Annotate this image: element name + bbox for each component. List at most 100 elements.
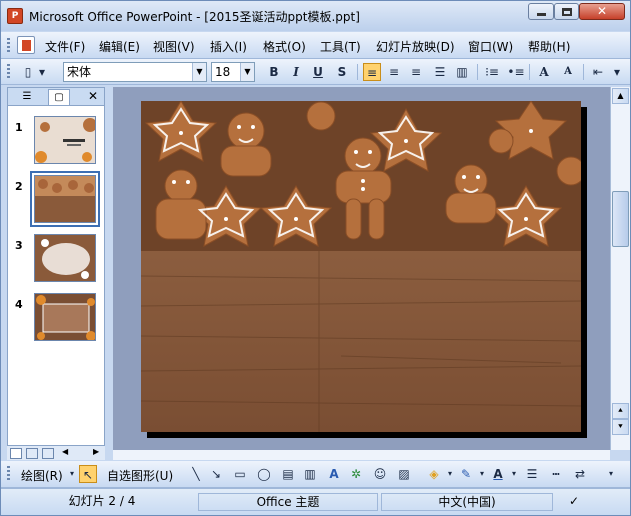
powerpoint-app-icon[interactable]: P bbox=[7, 8, 23, 24]
slide-number: 1 bbox=[15, 121, 23, 134]
autoshapes-menu[interactable]: 自选图形(U) bbox=[107, 467, 173, 484]
slides-pane: ☰ ▢ ✕ 1 2 3 4 bbox=[7, 87, 105, 460]
grow-font-button[interactable]: A bbox=[535, 63, 553, 81]
menu-help[interactable]: 帮助(H) bbox=[528, 38, 570, 55]
chevron-down-icon[interactable]: ▾ bbox=[509, 465, 519, 483]
powerpoint-window: P Microsoft Office PowerPoint - [2015圣诞活… bbox=[0, 0, 631, 516]
separator bbox=[583, 64, 584, 80]
status-bar: 幻灯片 2 / 4 Office 主题 中文(中国) ✓ bbox=[1, 488, 630, 515]
chevron-down-icon[interactable]: ▾ bbox=[445, 465, 455, 483]
font-size-value: 18 bbox=[215, 65, 231, 79]
menu-insert[interactable]: 插入(I) bbox=[210, 38, 247, 55]
font-name-combo[interactable]: 宋体 ▼ bbox=[63, 62, 207, 82]
maximize-icon bbox=[562, 8, 572, 16]
slide-sorter-view-icon[interactable] bbox=[26, 448, 38, 459]
align-left-button[interactable]: ≡ bbox=[363, 63, 381, 81]
slide-canvas[interactable] bbox=[141, 101, 581, 432]
toolbar-more-icon[interactable]: ▾ bbox=[605, 465, 617, 483]
line-color-icon[interactable]: ✎ bbox=[457, 465, 475, 483]
picture-icon[interactable]: ▨ bbox=[395, 465, 413, 483]
slide-thumbnail-4[interactable] bbox=[34, 293, 96, 341]
menu-window[interactable]: 窗口(W) bbox=[468, 38, 513, 55]
menu-slideshow[interactable]: 幻灯片放映(D) bbox=[376, 38, 455, 55]
rectangle-icon[interactable]: ▭ bbox=[231, 465, 249, 483]
separator bbox=[477, 64, 478, 80]
distribute-lines-icon[interactable]: ☰ bbox=[431, 63, 449, 81]
spelling-status-icon[interactable]: ✓ bbox=[557, 493, 591, 511]
close-button[interactable]: ✕ bbox=[579, 3, 625, 20]
menubar-grip[interactable] bbox=[7, 38, 10, 54]
select-pointer-button[interactable]: ↖ bbox=[79, 465, 97, 483]
minimize-button[interactable] bbox=[528, 3, 554, 20]
menu-view[interactable]: 视图(V) bbox=[153, 38, 195, 55]
slide-number: 3 bbox=[15, 239, 23, 252]
wordart-icon[interactable]: A bbox=[325, 465, 343, 483]
previous-slide-icon[interactable]: ⯅ bbox=[612, 403, 629, 419]
textbox-icon[interactable]: ▤ bbox=[279, 465, 297, 483]
document-icon[interactable] bbox=[17, 36, 35, 54]
menu-format[interactable]: 格式(O) bbox=[263, 38, 306, 55]
slide-number: 4 bbox=[15, 298, 23, 311]
slide-thumbnail-3[interactable] bbox=[34, 234, 96, 282]
slides-tab-icon[interactable]: ▢ bbox=[48, 89, 70, 105]
line-icon[interactable]: ╲ bbox=[187, 465, 205, 483]
italic-button[interactable]: I bbox=[287, 63, 305, 81]
new-document-icon[interactable]: ▯ bbox=[19, 63, 37, 81]
vertical-textbox-icon[interactable]: ▥ bbox=[301, 465, 319, 483]
font-color-icon[interactable]: A bbox=[489, 465, 507, 483]
chevron-down-icon[interactable]: ▾ bbox=[67, 465, 77, 483]
title-bar[interactable]: P Microsoft Office PowerPoint - [2015圣诞活… bbox=[1, 1, 630, 31]
formatting-toolbar: ▯ ▾ 宋体 ▼ 18 ▼ B I U S ≡ ≡ ≡ ☰ ▥ ⁝≡ •≡ A … bbox=[1, 59, 630, 85]
draw-menu[interactable]: 绘图(R) bbox=[21, 467, 63, 484]
menu-edit[interactable]: 编辑(E) bbox=[99, 38, 140, 55]
line-style-icon[interactable]: ☰ bbox=[523, 465, 541, 483]
indent-icon[interactable]: ⇤ bbox=[589, 63, 607, 81]
toolbar-grip[interactable] bbox=[7, 64, 10, 80]
scroll-up-icon[interactable]: ▲ bbox=[612, 88, 629, 104]
slide-thumbnail-1[interactable] bbox=[34, 116, 96, 164]
diagram-icon[interactable]: ✲ bbox=[347, 465, 365, 483]
chevron-down-icon[interactable]: ▼ bbox=[192, 63, 206, 81]
bold-button[interactable]: B bbox=[265, 63, 283, 81]
thumbnail-image bbox=[35, 294, 95, 340]
view-buttons: ◀ ▶ bbox=[7, 445, 105, 460]
dash-style-icon[interactable]: ┅ bbox=[547, 465, 565, 483]
vertical-scrollbar[interactable]: ▲ ⯅ ⯆ bbox=[610, 87, 630, 450]
slide-thumbnail-2[interactable] bbox=[30, 171, 100, 227]
next-slide-icon[interactable]: ⯆ bbox=[612, 419, 629, 435]
scrollbar-thumb[interactable] bbox=[612, 191, 629, 247]
fill-color-icon[interactable]: ◈ bbox=[425, 465, 443, 483]
maximize-button[interactable] bbox=[554, 3, 579, 20]
toolbar-options-icon[interactable]: ▾ bbox=[37, 63, 47, 81]
font-size-combo[interactable]: 18 ▼ bbox=[211, 62, 255, 82]
scroll-right-icon[interactable]: ▶ bbox=[93, 447, 99, 456]
toolbar-more-icon[interactable]: ▾ bbox=[611, 63, 623, 81]
outline-tab-icon[interactable]: ☰ bbox=[16, 89, 38, 105]
clipart-icon[interactable]: ☺ bbox=[371, 465, 389, 483]
chevron-down-icon[interactable]: ▼ bbox=[240, 63, 254, 81]
bullets-icon[interactable]: •≡ bbox=[507, 63, 525, 81]
pane-close-icon[interactable]: ✕ bbox=[88, 89, 98, 103]
chevron-down-icon[interactable]: ▾ bbox=[477, 465, 487, 483]
normal-view-icon[interactable] bbox=[10, 448, 22, 459]
slide-indicator: 幻灯片 2 / 4 bbox=[68, 494, 136, 508]
arrow-style-icon[interactable]: ⇄ bbox=[571, 465, 589, 483]
text-direction-icon[interactable]: ▥ bbox=[453, 63, 471, 81]
shrink-font-button[interactable]: A bbox=[559, 63, 577, 81]
arrow-icon[interactable]: ↘ bbox=[207, 465, 225, 483]
menu-file[interactable]: 文件(F) bbox=[45, 38, 85, 55]
minimize-icon bbox=[537, 13, 546, 16]
align-right-icon[interactable]: ≡ bbox=[407, 63, 425, 81]
slideshow-view-icon[interactable] bbox=[42, 448, 54, 459]
scroll-left-icon[interactable]: ◀ bbox=[62, 447, 68, 456]
separator bbox=[357, 64, 358, 80]
numbering-icon[interactable]: ⁝≡ bbox=[483, 63, 501, 81]
menu-tools[interactable]: 工具(T) bbox=[320, 38, 361, 55]
align-center-icon[interactable]: ≡ bbox=[385, 63, 403, 81]
drawbar-grip[interactable] bbox=[7, 466, 10, 482]
underline-button[interactable]: U bbox=[309, 63, 327, 81]
thumbnail-image bbox=[35, 235, 95, 281]
oval-icon[interactable]: ◯ bbox=[255, 465, 273, 483]
horizontal-scrollbar[interactable] bbox=[113, 450, 610, 460]
shadow-button[interactable]: S bbox=[333, 63, 351, 81]
